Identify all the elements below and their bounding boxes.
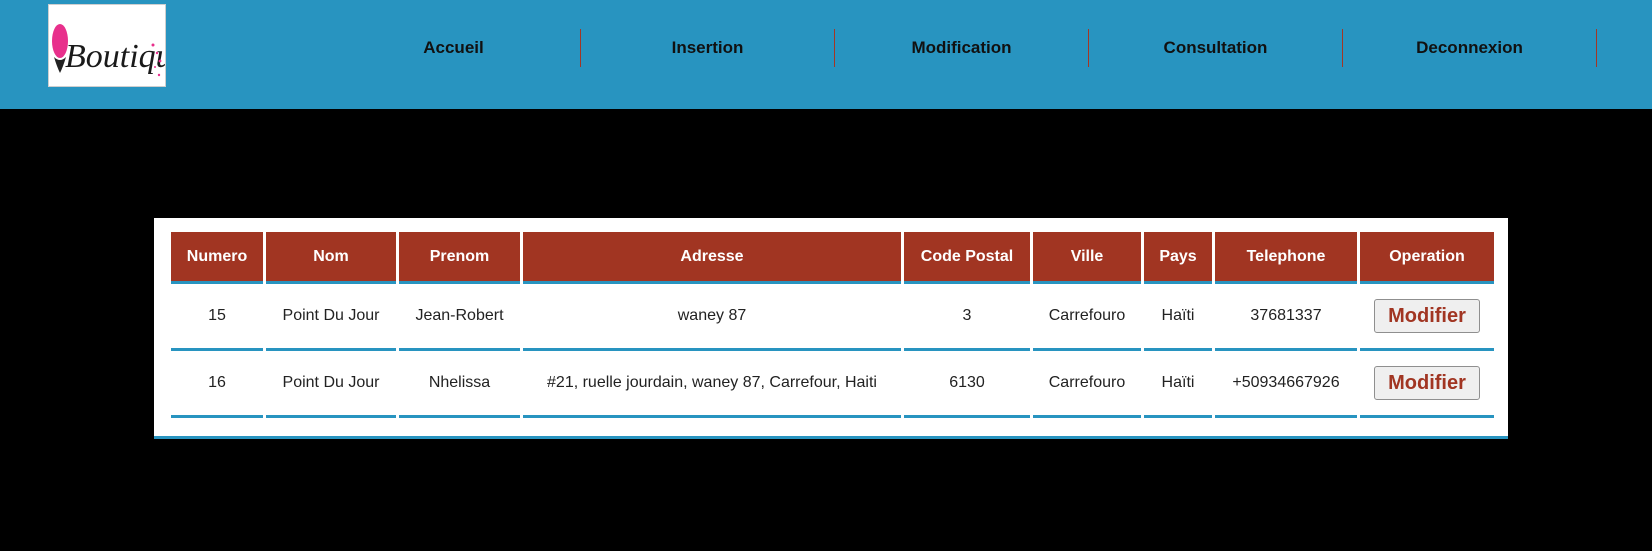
cell-pays: Haïti xyxy=(1144,284,1212,351)
boutique-logo[interactable]: Boutique xyxy=(48,4,166,87)
clients-table: Numero Nom Prenom Adresse Code Postal Vi… xyxy=(168,232,1497,418)
cell-ville: Carrefouro xyxy=(1033,351,1141,418)
table-panel: Numero Nom Prenom Adresse Code Postal Vi… xyxy=(154,218,1508,439)
cell-prenom: Nhelissa xyxy=(399,351,520,418)
col-numero: Numero xyxy=(171,232,263,284)
table-row: 16 Point Du Jour Nhelissa #21, ruelle jo… xyxy=(171,351,1494,418)
col-nom: Nom xyxy=(266,232,396,284)
nav-deconnexion[interactable]: Deconnexion xyxy=(1343,29,1597,67)
col-telephone: Telephone xyxy=(1215,232,1357,284)
cell-operation: Modifier xyxy=(1360,351,1494,418)
main-nav: Accueil Insertion Modification Consultat… xyxy=(327,29,1597,67)
cell-telephone: 37681337 xyxy=(1215,284,1357,351)
cell-pays: Haïti xyxy=(1144,351,1212,418)
modifier-button[interactable]: Modifier xyxy=(1374,366,1480,400)
table-row: 15 Point Du Jour Jean-Robert waney 87 3 … xyxy=(171,284,1494,351)
nav-insertion[interactable]: Insertion xyxy=(581,29,835,67)
cell-adresse: waney 87 xyxy=(523,284,901,351)
logo-graphic: Boutique xyxy=(52,24,166,77)
header-bar: Boutique Accueil Insertion Modification … xyxy=(0,0,1652,109)
cell-numero: 16 xyxy=(171,351,263,418)
nav-modification[interactable]: Modification xyxy=(835,29,1089,67)
cell-code-postal: 6130 xyxy=(904,351,1030,418)
cell-prenom: Jean-Robert xyxy=(399,284,520,351)
cell-ville: Carrefouro xyxy=(1033,284,1141,351)
cell-operation: Modifier xyxy=(1360,284,1494,351)
col-pays: Pays xyxy=(1144,232,1212,284)
cell-adresse: #21, ruelle jourdain, waney 87, Carrefou… xyxy=(523,351,901,418)
logo-text: Boutique xyxy=(65,38,166,75)
col-ville: Ville xyxy=(1033,232,1141,284)
cell-nom: Point Du Jour xyxy=(266,284,396,351)
col-adresse: Adresse xyxy=(523,232,901,284)
col-prenom: Prenom xyxy=(399,232,520,284)
cell-nom: Point Du Jour xyxy=(266,351,396,418)
modifier-button[interactable]: Modifier xyxy=(1374,299,1480,333)
table-header-row: Numero Nom Prenom Adresse Code Postal Vi… xyxy=(171,232,1494,284)
nav-accueil[interactable]: Accueil xyxy=(327,29,581,67)
col-code-postal: Code Postal xyxy=(904,232,1030,284)
col-operation: Operation xyxy=(1360,232,1494,284)
nav-consultation[interactable]: Consultation xyxy=(1089,29,1343,67)
cell-numero: 15 xyxy=(171,284,263,351)
cell-code-postal: 3 xyxy=(904,284,1030,351)
cell-telephone: +50934667926 xyxy=(1215,351,1357,418)
